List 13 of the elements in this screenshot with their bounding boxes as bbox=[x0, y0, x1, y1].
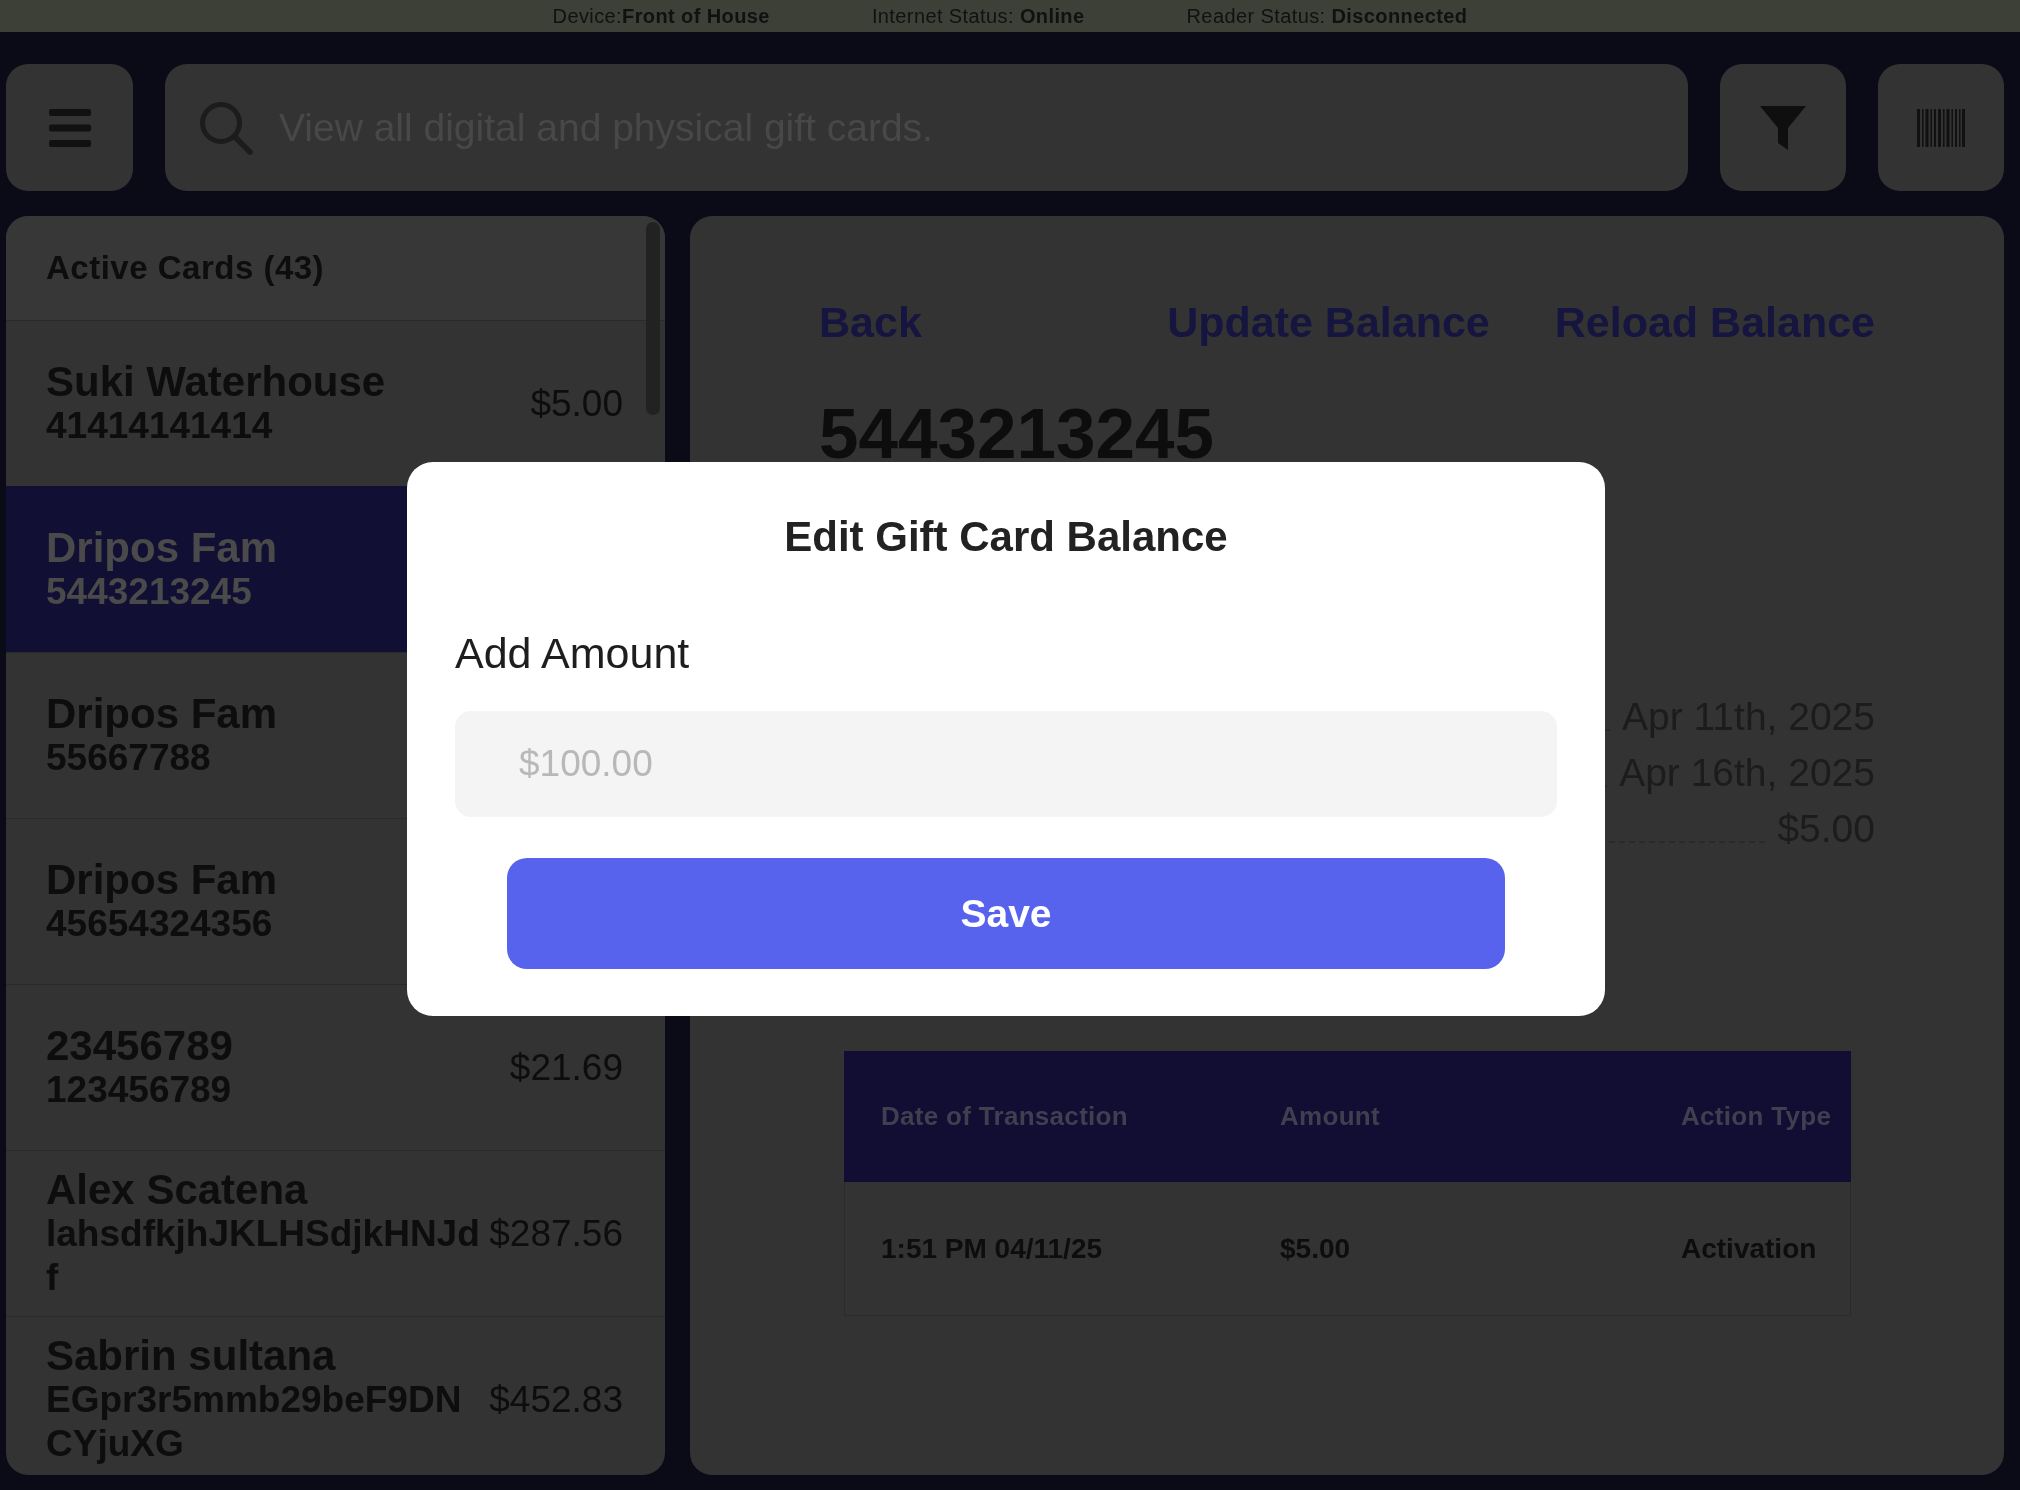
save-button[interactable]: Save bbox=[507, 858, 1505, 969]
filter-icon bbox=[1759, 104, 1807, 151]
cardholder-name: Dripos Fam bbox=[46, 525, 278, 570]
scrollbar-thumb[interactable] bbox=[646, 222, 660, 415]
menu-icon bbox=[48, 108, 91, 147]
menu-button[interactable] bbox=[6, 64, 133, 191]
barcode-icon bbox=[1917, 108, 1965, 147]
barcode-scan-button[interactable] bbox=[1878, 64, 2004, 191]
filter-button[interactable] bbox=[1720, 64, 1846, 191]
dialog-title: Edit Gift Card Balance bbox=[784, 514, 1228, 560]
search-icon bbox=[199, 101, 253, 155]
card-number: 5443213245 bbox=[46, 570, 252, 614]
amount-input[interactable]: $100.00 bbox=[455, 711, 1557, 817]
